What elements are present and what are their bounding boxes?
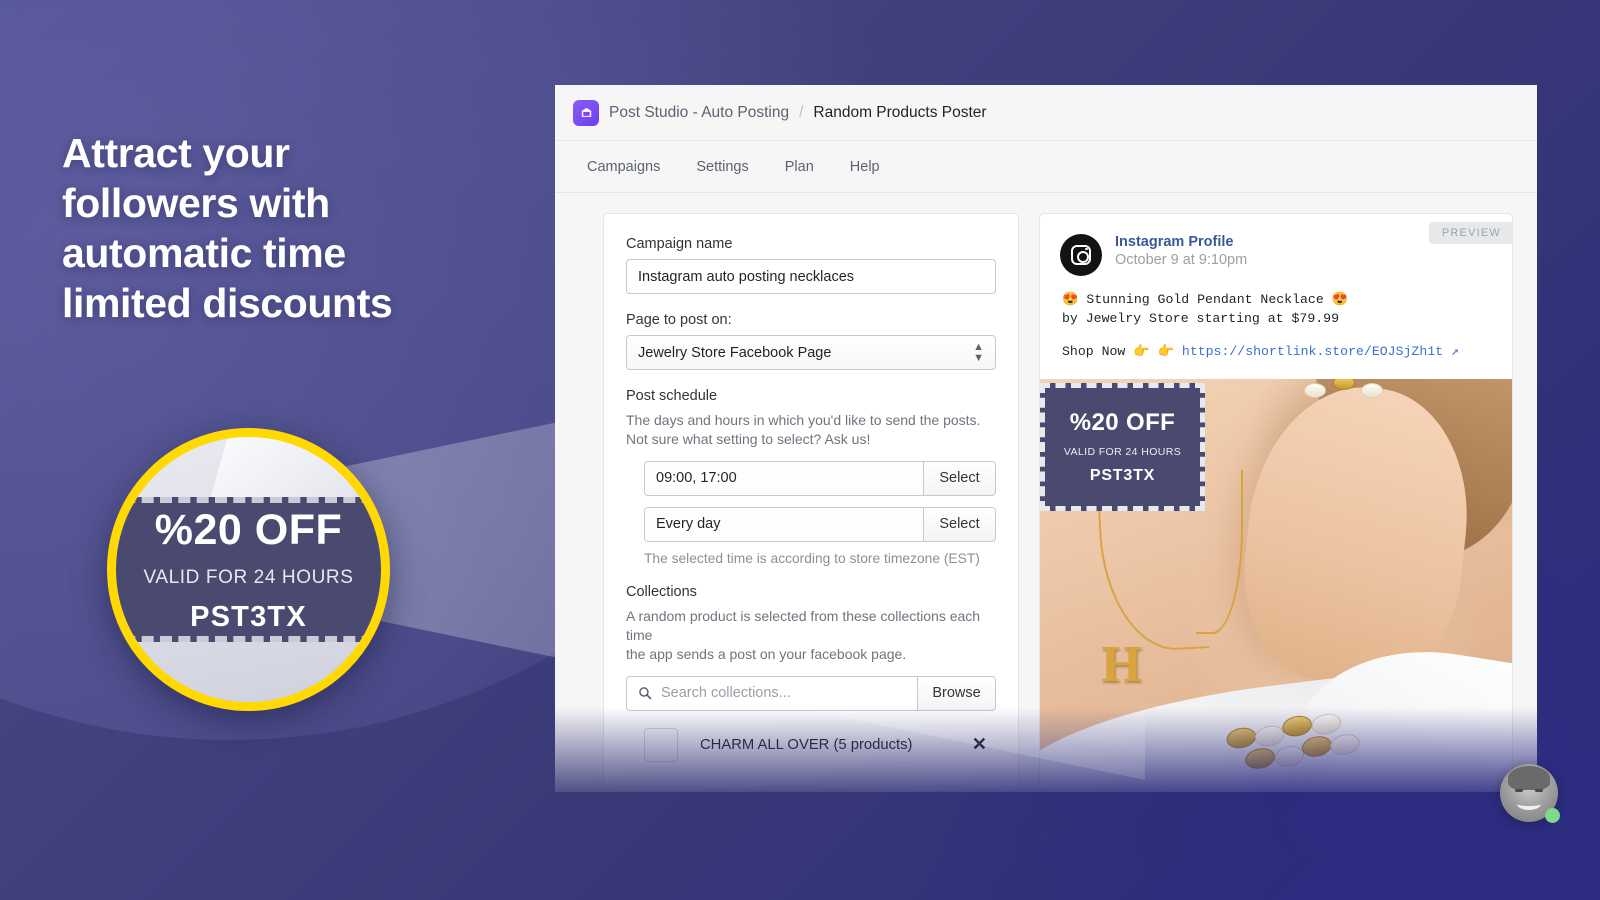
headline-line-1: Attract your <box>62 130 290 176</box>
schedule-time-row: 09:00, 17:00 Select <box>644 460 996 496</box>
headline-line-3: automatic time <box>62 230 346 277</box>
app-logo-icon <box>573 99 599 126</box>
preview-badge: PREVIEW <box>1428 222 1512 244</box>
search-icon <box>639 687 652 700</box>
badge-validity-text: VALID FOR 24 HOURS <box>143 566 354 588</box>
post-schedule-title: Post schedule <box>626 388 718 404</box>
schedule-time-value[interactable]: 09:00, 17:00 <box>645 461 923 495</box>
post-caption: 😍 Stunning Gold Pendant Necklace 😍 by Je… <box>1040 276 1512 361</box>
post-date: October 9 at 9:10pm <box>1115 252 1248 268</box>
app-topbar: Post Studio - Auto Posting / Random Prod… <box>555 85 1537 141</box>
collection-search-box[interactable]: Search collections... <box>627 677 917 710</box>
remove-collection-button[interactable]: ✕ <box>972 734 996 755</box>
campaign-name-input[interactable]: Instagram auto posting necklaces <box>626 259 996 294</box>
nav-item-plan[interactable]: Plan <box>771 153 828 181</box>
app-navbar: Campaigns Settings Plan Help <box>555 141 1537 193</box>
nav-item-help[interactable]: Help <box>836 153 894 181</box>
online-status-indicator <box>1545 808 1560 823</box>
headline-line-2: followers with <box>62 180 330 227</box>
schedule-days-row: Every day Select <box>644 506 996 542</box>
page-to-post-select[interactable]: Jewelry Store Facebook Page ▲ ▼ <box>626 335 996 370</box>
profile-name[interactable]: Instagram Profile <box>1115 234 1247 250</box>
promo-headline: Attract your followers with automatic ti… <box>62 128 492 328</box>
chevron-updown-icon: ▲ ▼ <box>973 340 984 364</box>
shop-now-line: Shop Now 👉 👉 https://shortlink.store/EOJ… <box>1062 342 1492 361</box>
schedule-time-select-button[interactable]: Select <box>923 461 995 495</box>
collection-list-item: CHARM ALL OVER (5 products) ✕ <box>626 725 996 765</box>
browse-collections-button[interactable]: Browse <box>917 676 995 710</box>
schedule-days-value[interactable]: Every day <box>645 507 923 541</box>
instagram-icon <box>626 790 645 791</box>
page-to-post-value: Jewelry Store Facebook Page <box>638 344 832 361</box>
schedule-days-select-button[interactable]: Select <box>923 507 995 541</box>
badge-coupon: %20 OFF VALID FOR 24 HOURS PST3TX <box>116 496 381 643</box>
promo-banner: Attract your followers with automatic ti… <box>0 0 1600 900</box>
nav-item-campaigns[interactable]: Campaigns <box>573 153 674 181</box>
preview-coupon-validity: VALID FOR 24 HOURS <box>1063 446 1182 458</box>
post-schedule-help-line-1: The days and hours in which you'd like t… <box>626 412 981 428</box>
app-window: Post Studio - Auto Posting / Random Prod… <box>555 85 1537 792</box>
external-link-icon: ↗ <box>1450 344 1459 360</box>
shop-link[interactable]: https://shortlink.store/EOJSjZh1t <box>1182 344 1443 359</box>
collection-search-placeholder: Search collections... <box>661 685 791 702</box>
collection-name: CHARM ALL OVER (5 products) <box>700 736 913 753</box>
preview-coupon-percent: %20 OFF <box>1069 409 1176 436</box>
headline-line-4: limited discounts <box>62 280 393 327</box>
post-preview-card: PREVIEW Instagram Profile October 9 at 9… <box>1039 213 1513 792</box>
post-schedule-help-line-2: Not sure what setting to select? Ask us! <box>626 431 871 448</box>
timezone-note: The selected time is according to store … <box>644 550 980 566</box>
campaign-name-label: Campaign name <box>626 236 733 252</box>
collections-help-line-2: the app sends a post on your facebook pa… <box>626 646 907 663</box>
collection-thumbnail <box>644 727 678 762</box>
collections-title: Collections <box>626 583 697 600</box>
photo-pendant-letter: H <box>1101 635 1142 693</box>
campaign-form-card: Campaign name Instagram auto posting nec… <box>603 213 1019 792</box>
app-content: Campaign name Instagram auto posting nec… <box>555 193 1537 792</box>
breadcrumb-separator: / <box>799 103 804 121</box>
collections-help-line-1: A random product is selected from these … <box>626 607 981 643</box>
caption-line-2: by Jewelry Store starting at $79.99 <box>1062 311 1339 327</box>
post-product-image: H %20 OFF VALID FOR 24 HOURS PST3TX <box>1040 379 1512 791</box>
badge-discount-code: PST3TX <box>190 600 307 633</box>
nav-item-settings[interactable]: Settings <box>682 153 762 181</box>
magnified-coupon-badge: %20 OFF VALID FOR 24 HOURS PST3TX <box>107 428 390 711</box>
page-to-post-label: Page to post on: <box>626 312 732 328</box>
badge-percent-text: %20 OFF <box>154 505 343 554</box>
breadcrumb-app-name[interactable]: Post Studio - Auto Posting <box>609 104 789 122</box>
breadcrumb-current-page: Random Products Poster <box>813 103 987 121</box>
shop-now-prefix: Shop Now 👉 👉 <box>1062 344 1182 360</box>
instagram-template-row: Instagram post template <box>626 790 996 791</box>
caption-line-1: 😍 Stunning Gold Pendant Necklace 😍 <box>1062 292 1349 307</box>
collection-search-row: Search collections... Browse <box>626 675 996 711</box>
photo-neck-shell-3 <box>1360 383 1383 399</box>
support-chat-widget[interactable] <box>1500 764 1560 823</box>
instagram-avatar-icon <box>1060 234 1102 276</box>
preview-coupon-overlay: %20 OFF VALID FOR 24 HOURS PST3TX <box>1040 383 1205 511</box>
preview-coupon-code: PST3TX <box>1089 467 1156 484</box>
